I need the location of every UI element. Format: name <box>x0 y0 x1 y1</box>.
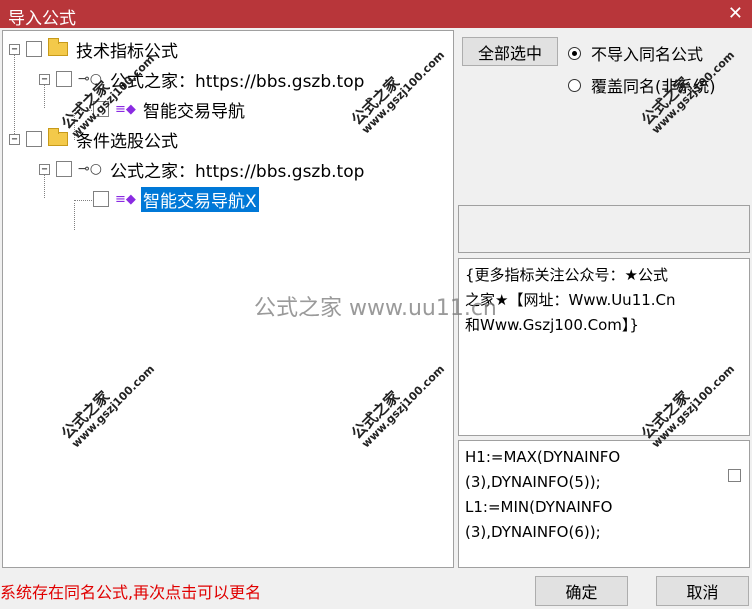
node-label: 智能交易导航 <box>143 101 245 122</box>
description-line: 之家★【网址：Www.Uu11.Cn <box>465 291 676 309</box>
radio-label: 不导入同名公式 <box>591 45 704 64</box>
formula-description: {更多指标关注公众号：★公式 之家★【网址：Www.Uu11.Cn 和Www.G… <box>458 258 750 436</box>
radio-indicator[interactable] <box>568 46 581 60</box>
description-line: 和Www.Gszj100.Com】} <box>465 316 639 334</box>
collapse-toggle[interactable]: − <box>39 163 50 175</box>
tree-node-source[interactable]: − ⊸○ 公式之家：https://bbs.gszb.top <box>39 67 366 92</box>
window-title: 导入公式 <box>8 9 76 29</box>
node-label: 条件选股公式 <box>76 131 178 152</box>
gem-icon: ≡◆ <box>115 191 136 207</box>
collapse-toggle[interactable]: − <box>39 73 50 85</box>
cancel-button[interactable]: 取消 <box>656 576 749 606</box>
formula-code[interactable]: H1:=MAX(DYNAINFO (3),DYNAINFO(5)); L1:=M… <box>458 440 750 568</box>
node-checkbox[interactable] <box>26 41 42 57</box>
tree-connector <box>74 203 75 230</box>
tree-node-group-indicators[interactable]: − 技术指标公式 <box>9 37 180 62</box>
key-icon: ⊸○ <box>78 161 102 177</box>
select-all-button[interactable]: 全部选中 <box>462 37 558 66</box>
node-label: 公式之家：https://bbs.gszb.top <box>110 161 365 182</box>
node-checkbox[interactable] <box>56 71 72 87</box>
code-line: H1:=MAX(DYNAINFO <box>465 448 621 466</box>
tree-node-group-screening[interactable]: − 条件选股公式 <box>9 127 180 152</box>
tree-connector <box>14 53 15 138</box>
collapse-toggle[interactable]: − <box>9 133 20 145</box>
code-checkbox[interactable] <box>728 469 741 482</box>
title-bar: 导入公式 ✕ <box>0 0 752 29</box>
node-checkbox[interactable] <box>26 131 42 147</box>
folder-icon <box>48 128 68 146</box>
folder-icon <box>48 38 68 56</box>
tree-connector <box>74 200 92 201</box>
radio-no-import[interactable]: 不导入同名公式 <box>568 41 703 65</box>
tree-node-source[interactable]: − ⊸○ 公式之家：https://bbs.gszb.top <box>39 157 366 182</box>
node-checkbox[interactable] <box>56 161 72 177</box>
gem-icon: ≡◆ <box>115 101 136 117</box>
tree-node-formula[interactable]: ≡◆ 智能交易导航X <box>93 186 259 212</box>
empty-info-box <box>458 205 750 253</box>
code-line: L1:=MIN(DYNAINFO <box>465 498 613 516</box>
description-line: {更多指标关注公众号：★公式 <box>465 266 668 284</box>
status-message: 系统存在同名公式,再次点击可以更名 <box>0 583 262 602</box>
close-icon[interactable]: ✕ <box>728 3 743 24</box>
ok-button[interactable]: 确定 <box>535 576 628 606</box>
collapse-toggle[interactable]: − <box>9 43 20 55</box>
watermark-text: 公式之家 www.uu11.cn <box>254 296 497 321</box>
node-checkbox[interactable] <box>93 191 109 207</box>
node-label-selected: 智能交易导航X <box>141 186 259 212</box>
radio-indicator[interactable] <box>568 78 581 92</box>
code-line: (3),DYNAINFO(6)); <box>465 523 601 541</box>
code-line: (3),DYNAINFO(5)); <box>465 473 601 491</box>
